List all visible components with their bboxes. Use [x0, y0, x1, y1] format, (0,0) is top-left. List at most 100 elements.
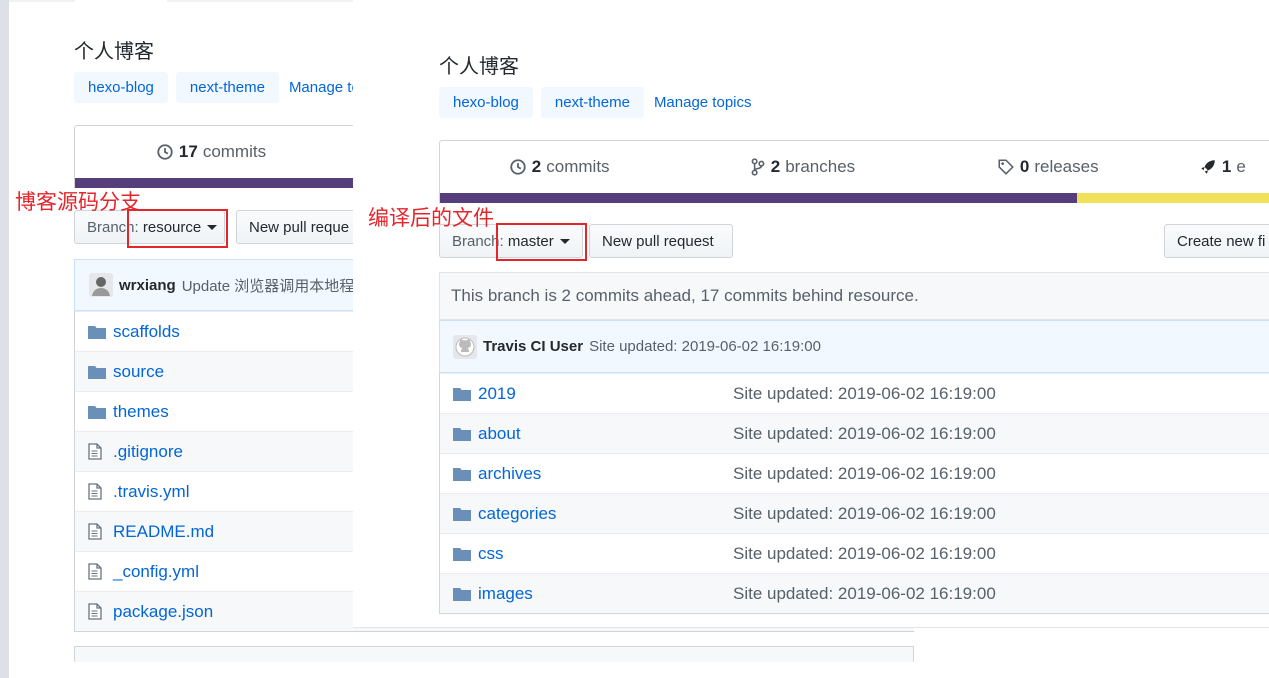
folder-icon: [88, 406, 106, 419]
file-row[interactable]: 2019 Site updated: 2019-06-02 16:19:00: [440, 373, 1269, 413]
file-row[interactable]: css Site updated: 2019-06-02 16:19:00: [440, 533, 1269, 573]
releases-count: 0: [1019, 157, 1030, 176]
history-icon: [157, 144, 173, 160]
repo-description: 个人博客: [74, 41, 154, 63]
commits-count: 17: [178, 142, 198, 161]
file-icon-wrap: [88, 443, 106, 460]
file-name-link[interactable]: 2019: [478, 384, 516, 404]
file-name-link[interactable]: about: [478, 424, 521, 444]
file-name-link[interactable]: scaffolds: [113, 322, 180, 342]
releases-link[interactable]: 0 releases: [927, 157, 1169, 177]
language-segment-0[interactable]: [440, 193, 1077, 203]
folder-icon: [453, 388, 471, 401]
topics-list: hexo-blog next-theme Manage to: [74, 72, 360, 103]
file-icon: [88, 603, 102, 620]
annotation-compiled-files-label: 编译后的文件: [368, 206, 494, 230]
folder-icon: [453, 428, 471, 441]
annotation-master-branch-box: [496, 223, 587, 261]
file-commit-message[interactable]: Site updated: 2019-06-02 16:19:00: [733, 504, 996, 524]
folder-icon: [453, 508, 471, 521]
file-commit-message[interactable]: Site updated: 2019-06-02 16:19:00: [733, 424, 996, 444]
folder-icon: [453, 548, 471, 561]
commit-message[interactable]: Update 浏览器调用本地程: [182, 275, 355, 296]
commit-author[interactable]: wrxiang: [119, 277, 176, 294]
file-name-link[interactable]: source: [113, 362, 164, 382]
folder-icon-wrap: [453, 466, 471, 482]
topic-next-theme[interactable]: next-theme: [540, 87, 644, 118]
octocat-icon: [455, 337, 475, 356]
file-row[interactable]: about Site updated: 2019-06-02 16:19:00: [440, 413, 1269, 453]
commits-label: commits: [202, 142, 267, 161]
file-icon-wrap: [88, 483, 106, 500]
tag-icon: [998, 159, 1014, 175]
commit-message[interactable]: Site updated: 2019-06-02 16:19:00: [589, 338, 821, 355]
file-list: 2019 Site updated: 2019-06-02 16:19:00 abo…: [439, 373, 1269, 614]
releases-label: releases: [1034, 157, 1099, 176]
file-commit-message[interactable]: Site updated: 2019-06-02 16:19:00: [733, 464, 996, 484]
file-row[interactable]: archives Site updated: 2019-06-02 16:19:0…: [440, 453, 1269, 493]
folder-icon: [88, 366, 106, 379]
file-icon-wrap: [88, 523, 106, 540]
commits-count: 2: [531, 157, 542, 176]
master-branch-screenshot: 个人博客 hexo-blog next-theme Manage topics …: [353, 0, 1269, 628]
contributors-count: 1: [1221, 157, 1232, 176]
branch-comparison-notice: This branch is 2 commits ahead, 17 commi…: [439, 272, 1269, 320]
file-name-link[interactable]: css: [478, 544, 504, 564]
file-name-link[interactable]: themes: [113, 402, 169, 422]
commits-link[interactable]: 17 commits: [75, 142, 347, 162]
repo-summary: 2 commits 2 branches 0 releases 1 e: [439, 140, 1269, 203]
repo-description: 个人博客: [439, 56, 519, 78]
commits-link[interactable]: 2 commits: [440, 157, 678, 177]
tab-divider: [9, 0, 75, 2]
annotation-source-branch-label: 博客源码分支: [15, 190, 141, 214]
manage-topics-link[interactable]: Manage topics: [654, 94, 752, 111]
topic-hexo-blog[interactable]: hexo-blog: [74, 72, 168, 103]
file-row[interactable]: categories Site updated: 2019-06-02 16:19…: [440, 493, 1269, 533]
file-icon-wrap: [88, 603, 106, 620]
file-row[interactable]: images Site updated: 2019-06-02 16:19:00: [440, 573, 1269, 613]
folder-icon-wrap: [453, 546, 471, 562]
github-octocat-avatar: [453, 334, 477, 359]
file-commit-message[interactable]: Site updated: 2019-06-02 16:19:00: [733, 384, 996, 404]
latest-commit-bar: Travis CI User Site updated: 2019-06-02 …: [439, 320, 1269, 373]
folder-icon: [453, 588, 471, 601]
readme-header: [74, 646, 914, 662]
folder-icon-wrap: [88, 404, 106, 420]
folder-icon-wrap: [453, 586, 471, 602]
file-name-link[interactable]: archives: [478, 464, 541, 484]
folder-icon-wrap: [453, 506, 471, 522]
new-pull-request-button[interactable]: New pull request: [589, 224, 733, 258]
branches-link[interactable]: 2 branches: [678, 157, 926, 177]
branches-count: 2: [770, 157, 781, 176]
file-name-link[interactable]: images: [478, 584, 533, 604]
file-icon: [88, 563, 102, 580]
manage-topics-link[interactable]: Manage to: [289, 79, 360, 96]
folder-icon-wrap: [88, 364, 106, 380]
file-name-link[interactable]: .travis.yml: [113, 482, 190, 502]
language-bar: [440, 193, 1269, 203]
window-edge: [0, 0, 9, 678]
topic-hexo-blog[interactable]: hexo-blog: [439, 87, 533, 118]
file-name-link[interactable]: .gitignore: [113, 442, 183, 462]
file-commit-message[interactable]: Site updated: 2019-06-02 16:19:00: [733, 584, 996, 604]
annotation-resource-branch-box: [127, 209, 228, 248]
branches-label: branches: [785, 157, 856, 176]
file-name-link[interactable]: package.json: [113, 602, 213, 622]
topic-next-theme[interactable]: next-theme: [175, 72, 279, 103]
language-segment-1[interactable]: [1076, 193, 1269, 203]
git-branch-icon: [751, 158, 765, 176]
user-avatar: [89, 273, 113, 297]
user-avatar-icon: [92, 277, 110, 296]
file-name-link[interactable]: README.md: [113, 522, 214, 542]
folder-icon-wrap: [453, 386, 471, 402]
contributors-link[interactable]: 1 e: [1169, 157, 1269, 177]
file-icon: [88, 443, 102, 460]
file-name-link[interactable]: categories: [478, 504, 556, 524]
create-new-file-button[interactable]: Create new fi: [1164, 224, 1269, 258]
file-commit-message[interactable]: Site updated: 2019-06-02 16:19:00: [733, 544, 996, 564]
folder-icon-wrap: [453, 426, 471, 442]
folder-icon-wrap: [88, 324, 106, 340]
file-name-link[interactable]: _config.yml: [113, 562, 199, 582]
commit-author[interactable]: Travis CI User: [483, 338, 583, 355]
folder-icon: [88, 326, 106, 339]
